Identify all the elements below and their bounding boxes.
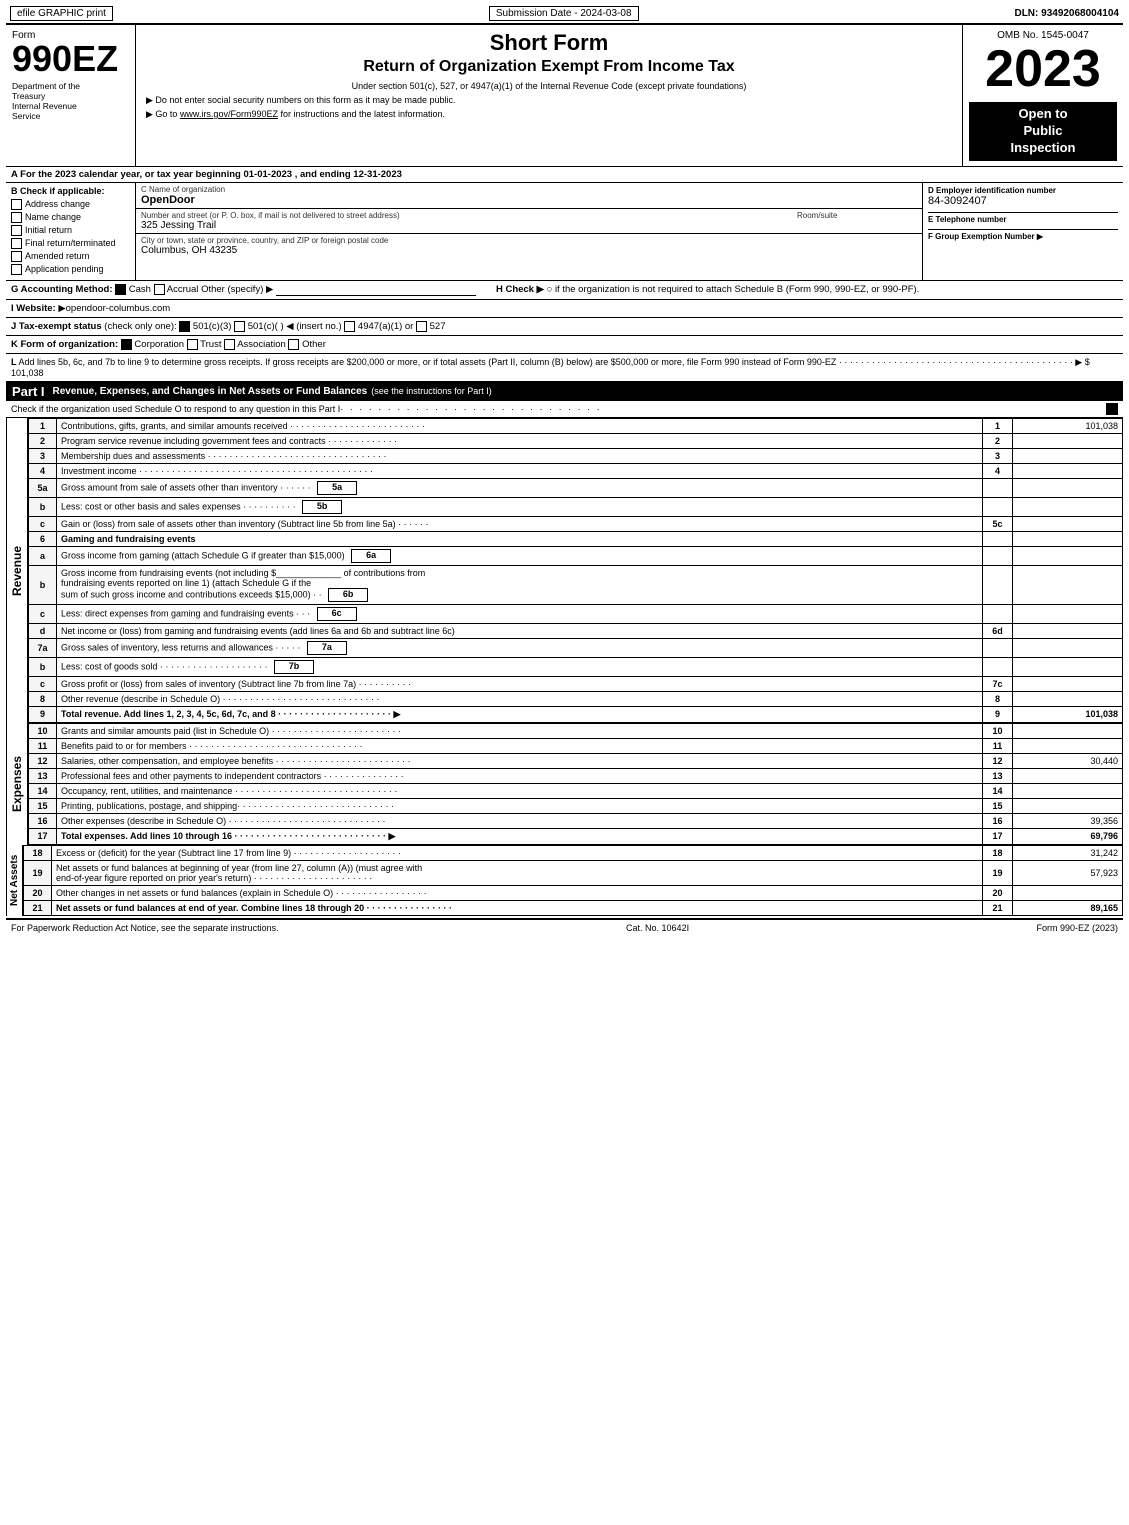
final-return-label: Final return/terminated [25,238,116,248]
table-row: c Less: direct expenses from gaming and … [29,604,1123,623]
initial-return-checkbox [11,225,22,236]
street-address: 325 Jessing Trail [141,220,787,231]
part-i-instructions: (see the instructions for Part I) [371,386,492,396]
amended-return-checkbox [11,251,22,262]
employer-id: 84-3092407 [928,195,1118,207]
check-applicable-label: B Check if applicable: [11,186,130,196]
check-schedule-label: Check if the organization used Schedule … [11,404,340,414]
accrual-label: Accrual [167,284,199,295]
table-row: 12 Salaries, other compensation, and emp… [29,753,1123,768]
city-value: Columbus, OH 43235 [141,245,917,256]
app-pending-checkbox [11,264,22,275]
name-change-label: Name change [25,212,81,222]
short-form-title: Short Form [146,30,952,56]
amended-return-label: Amended return [25,251,90,261]
table-row: 10 Grants and similar amounts paid (list… [29,723,1123,738]
cash-label: Cash [129,284,151,295]
tax-exempt-options: 501(c)(3) 501(c)( ) ◀ (insert no.) 4947(… [179,321,445,332]
final-return-checkbox [11,238,22,249]
name-change-checkbox [11,212,22,223]
check-schedule-dots: · · · · · · · · · · · · · · · · · · · · … [340,404,1102,414]
table-row: c Gain or (loss) from sale of assets oth… [29,516,1123,531]
page: efile GRAPHIC print Submission Date - 20… [0,0,1129,940]
table-row: c Gross profit or (loss) from sales of i… [29,676,1123,691]
accounting-method: G Accounting Method: Cash Accrual Other … [11,284,476,296]
table-row: b Gross income from fundraising events (… [29,565,1123,604]
table-row: 15 Printing, publications, postage, and … [29,798,1123,813]
table-row: 16 Other expenses (describe in Schedule … [29,813,1123,828]
website-value: ▶opendoor-columbus.com [58,303,170,314]
org-name-label: C Name of organization [141,185,917,194]
table-row: 5a Gross amount from sale of assets othe… [29,478,1123,497]
section-l: L Add lines 5b, 6c, and 7b to line 9 to … [11,357,1090,367]
table-row: a Gross income from gaming (attach Sched… [29,546,1123,565]
form-990ez: 990EZ [12,41,129,77]
table-row: 2 Program service revenue including gove… [29,433,1123,448]
table-row: 17 Total expenses. Add lines 10 through … [29,828,1123,844]
form-ref: Form 990-EZ (2023) [1036,923,1118,933]
under-section: Under section 501(c), 527, or 4947(a)(1)… [146,81,952,91]
part-i-label: Part I [12,384,45,399]
efile-label: efile GRAPHIC print [10,6,113,21]
group-exempt-label: F Group Exemption Number ▶ [928,232,1118,241]
table-row: b Less: cost of goods sold · · · · · · ·… [29,657,1123,676]
tax-exempt-label: J Tax-exempt status (check only one): [11,321,179,332]
section-a-label: A For the 2023 calendar year, or tax yea… [11,169,402,180]
employer-id-label: D Employer identification number [928,186,1118,195]
table-row: 8 Other revenue (describe in Schedule O)… [29,691,1123,706]
table-row: 18 Excess or (deficit) for the year (Sub… [24,845,1123,860]
initial-return-label: Initial return [25,225,72,235]
form-org-label: K Form of organization: [11,339,121,350]
table-row: 9 Total revenue. Add lines 1, 2, 3, 4, 5… [29,706,1123,722]
table-row: 21 Net assets or fund balances at end of… [24,900,1123,915]
city-label: City or town, state or province, country… [141,236,917,245]
section-l-value: 101,038 [11,368,44,378]
check-schedule-checkbox [1106,403,1118,415]
table-row: d Net income or (loss) from gaming and f… [29,623,1123,638]
do-not-enter: ▶ Do not enter social security numbers o… [146,95,952,106]
table-row: 4 Investment income · · · · · · · · · · … [29,463,1123,478]
table-row: 1 Contributions, gifts, grants, and simi… [29,418,1123,433]
table-row: 3 Membership dues and assessments · · · … [29,448,1123,463]
submission-date: Submission Date - 2024-03-08 [489,6,639,21]
cash-checkbox [115,284,126,295]
revenue-side-label: Revenue [6,418,28,723]
part-i-title: Revenue, Expenses, and Changes in Net As… [53,386,368,397]
address-change-label: Address change [25,199,90,209]
paperwork-notice: For Paperwork Reduction Act Notice, see … [11,923,279,933]
room-suite-label: Room/suite [797,211,917,220]
table-row: 7a Gross sales of inventory, less return… [29,638,1123,657]
table-row: 13 Professional fees and other payments … [29,768,1123,783]
form-org-options: Corporation Trust Association Other [121,339,326,350]
cat-number: Cat. No. 10642I [626,923,689,933]
accrual-checkbox [154,284,165,295]
website-label: I Website: [11,303,58,314]
dln: DLN: 93492068004104 [1014,8,1119,19]
table-row: 6 Gaming and fundraising events [29,531,1123,546]
dept-name: Department of the Treasury Internal Reve… [12,81,129,121]
expenses-side-label: Expenses [6,723,28,845]
table-row: 14 Occupancy, rent, utilities, and maint… [29,783,1123,798]
table-row: 19 Net assets or fund balances at beginn… [24,860,1123,885]
year: 2023 [969,41,1117,98]
app-pending-label: Application pending [25,264,104,274]
street-label: Number and street (or P. O. box, if mail… [141,211,787,220]
table-row: b Less: cost or other basis and sales ex… [29,497,1123,516]
org-name: OpenDoor [141,194,917,206]
net-assets-side-label: Net Assets [6,845,23,916]
address-change-checkbox [11,199,22,210]
go-to: ▶ Go to www.irs.gov/Form990EZ for instru… [146,109,952,120]
table-row: 20 Other changes in net assets or fund b… [24,885,1123,900]
section-h: H Check ▶ ○ if the organization is not r… [496,284,1118,295]
open-public: Open toPublicInspection [969,102,1117,161]
table-row: 11 Benefits paid to or for members · · ·… [29,738,1123,753]
return-title: Return of Organization Exempt From Incom… [146,58,952,76]
phone-label: E Telephone number [928,215,1118,224]
